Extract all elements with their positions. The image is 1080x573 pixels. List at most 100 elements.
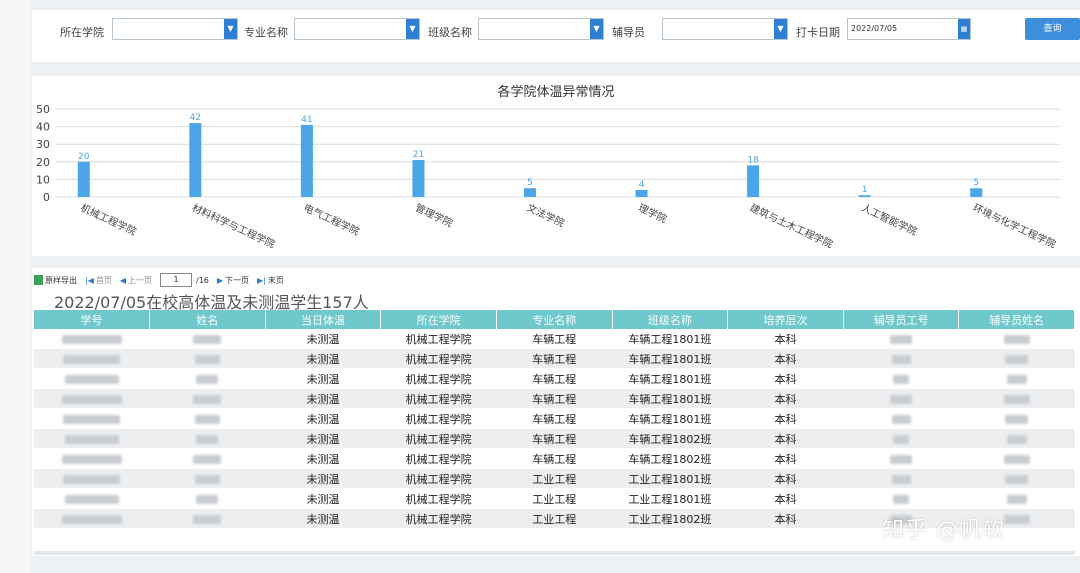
table-cell <box>843 368 959 389</box>
table-cell <box>958 388 1075 409</box>
redacted-value <box>1006 494 1027 504</box>
table-cell: 本科 <box>727 329 844 349</box>
redacted-value <box>196 374 219 384</box>
table-cell: 工业工程 <box>496 468 613 489</box>
chevron-down-icon[interactable]: ▼ <box>774 19 787 39</box>
redacted-value <box>193 334 222 344</box>
table-cell <box>34 428 150 449</box>
chart-panel: 各学院体温异常情况 0 10 20 30 40 50 20 机械工程学院 42 材料科学与工程学院 4… <box>32 76 1080 256</box>
y-tick-label: 30 <box>36 138 50 151</box>
horizontal-scrollbar[interactable] <box>34 551 1075 555</box>
last-label: 末页 <box>267 275 284 285</box>
table-cell: 车辆工程 <box>496 348 613 369</box>
table-cell: 未测温 <box>265 508 381 529</box>
prev-page-button[interactable]: ◀ 上一页 <box>120 275 152 286</box>
redacted-value <box>890 394 913 404</box>
table-cell: 车辆工程 <box>496 408 613 429</box>
table-cell <box>843 408 959 429</box>
redacted-value <box>193 454 222 464</box>
table-cell <box>34 368 150 389</box>
column-header: 班级名称 <box>612 310 729 329</box>
table-row[interactable]: 未测温 机械工程学院 车辆工程 车辆工程1801班 本科 <box>34 388 1075 409</box>
table-cell: 本科 <box>727 468 844 489</box>
redacted-value <box>891 354 911 364</box>
query-button[interactable]: 查询 <box>1025 18 1080 40</box>
chevron-down-icon[interactable]: ▼ <box>406 19 419 39</box>
page-number-input[interactable]: 1 <box>160 273 193 287</box>
table-cell: 本科 <box>727 488 844 509</box>
bar <box>747 165 760 197</box>
first-page-button[interactable]: |◀ 首页 <box>85 275 112 286</box>
table-cell: 本科 <box>727 408 844 429</box>
redacted-value <box>893 494 910 504</box>
calendar-icon[interactable]: ▦ <box>958 19 970 39</box>
table-cell: 机械工程学院 <box>380 348 497 369</box>
table-cell: 车辆工程 <box>496 329 613 349</box>
date-input[interactable]: 2022/07/05 ▦ <box>847 18 971 40</box>
table-cell <box>843 388 959 409</box>
table-row[interactable]: 未测温 机械工程学院 车辆工程 车辆工程1801班 本科 <box>34 348 1075 369</box>
redacted-value <box>61 334 122 344</box>
table-cell <box>34 448 150 469</box>
first-label: 首页 <box>95 275 112 285</box>
export-button[interactable]: 原样导出 <box>34 275 77 286</box>
table-cell: 未测温 <box>265 448 381 469</box>
table-cell <box>149 448 266 469</box>
next-page-button[interactable]: ▶ 下一页 <box>217 275 249 286</box>
college-select[interactable]: ▼ <box>112 18 238 40</box>
table-row[interactable]: 未测温 机械工程学院 工业工程 工业工程1801班 本科 <box>34 488 1075 509</box>
table-cell <box>149 388 266 409</box>
redacted-value <box>63 354 121 364</box>
filter-panel: 所在学院 ▼ 专业名称 ▼ 班级名称 ▼ 辅导员 ▼ 打卡日期 2022/07/… <box>32 10 1080 62</box>
data-label: 41 <box>301 115 312 125</box>
y-tick-label: 50 <box>36 103 50 116</box>
chevron-down-icon[interactable]: ▼ <box>590 19 603 39</box>
y-tick-label: 10 <box>36 173 50 186</box>
table-cell <box>34 508 150 529</box>
redacted-value <box>193 514 222 524</box>
counselor-select[interactable]: ▼ <box>662 18 788 40</box>
table-cell <box>958 468 1075 489</box>
redacted-value <box>64 374 119 384</box>
table-row[interactable]: 未测温 机械工程学院 车辆工程 车辆工程1801班 本科 <box>34 368 1075 389</box>
major-select[interactable]: ▼ <box>294 18 420 40</box>
class-label: 班级名称 <box>428 26 472 39</box>
table-cell <box>958 368 1075 389</box>
table-cell <box>958 329 1075 349</box>
redacted-value <box>893 434 910 444</box>
redacted-value <box>1005 354 1029 364</box>
table-cell: 机械工程学院 <box>380 508 497 529</box>
table-cell <box>843 329 959 349</box>
page-total: /16 <box>196 275 209 285</box>
bar <box>189 123 202 197</box>
table-cell <box>34 388 150 409</box>
class-select[interactable]: ▼ <box>478 18 604 40</box>
data-label: 20 <box>78 152 90 162</box>
date-label: 打卡日期 <box>796 26 840 39</box>
table-row[interactable]: 未测温 机械工程学院 车辆工程 车辆工程1802班 本科 <box>34 428 1075 449</box>
table-header-row: 学号 姓名 当日体温 所在学院 专业名称 班级名称 培养层次 辅导员工号 辅导员姓名 <box>34 310 1075 329</box>
redacted-value <box>61 514 122 524</box>
table-row[interactable]: 未测温 机械工程学院 车辆工程 车辆工程1801班 本科 <box>34 408 1075 429</box>
x-tick-label: 文法学院 <box>525 201 567 230</box>
table-cell: 未测温 <box>265 468 381 489</box>
redacted-value <box>1006 374 1027 384</box>
chevron-down-icon[interactable]: ▼ <box>224 19 237 39</box>
table-cell: 未测温 <box>265 368 381 389</box>
table-row[interactable]: 未测温 机械工程学院 车辆工程 车辆工程1801班 本科 <box>34 329 1075 349</box>
y-tick-label: 0 <box>43 191 50 204</box>
prev-label: 上一页 <box>128 275 153 285</box>
table-cell: 未测温 <box>265 329 381 349</box>
report-toolbar: 原样导出 |◀ 首页 ◀ 上一页 1 /16 ▶ 下一页 ▶| 末页 <box>34 272 292 288</box>
bar <box>524 188 536 197</box>
redacted-value <box>194 414 220 424</box>
table-row[interactable]: 未测温 机械工程学院 工业工程 工业工程1801班 本科 <box>34 468 1075 489</box>
redacted-value <box>1003 334 1030 344</box>
table-cell: 车辆工程1801班 <box>612 408 728 429</box>
table-cell <box>843 468 959 489</box>
table-cell: 本科 <box>727 428 844 449</box>
redacted-value <box>193 394 222 404</box>
table-row[interactable]: 未测温 机械工程学院 车辆工程 车辆工程1802班 本科 <box>34 448 1075 469</box>
last-page-button[interactable]: ▶| 末页 <box>257 275 284 286</box>
table-cell: 工业工程1801班 <box>612 488 728 509</box>
